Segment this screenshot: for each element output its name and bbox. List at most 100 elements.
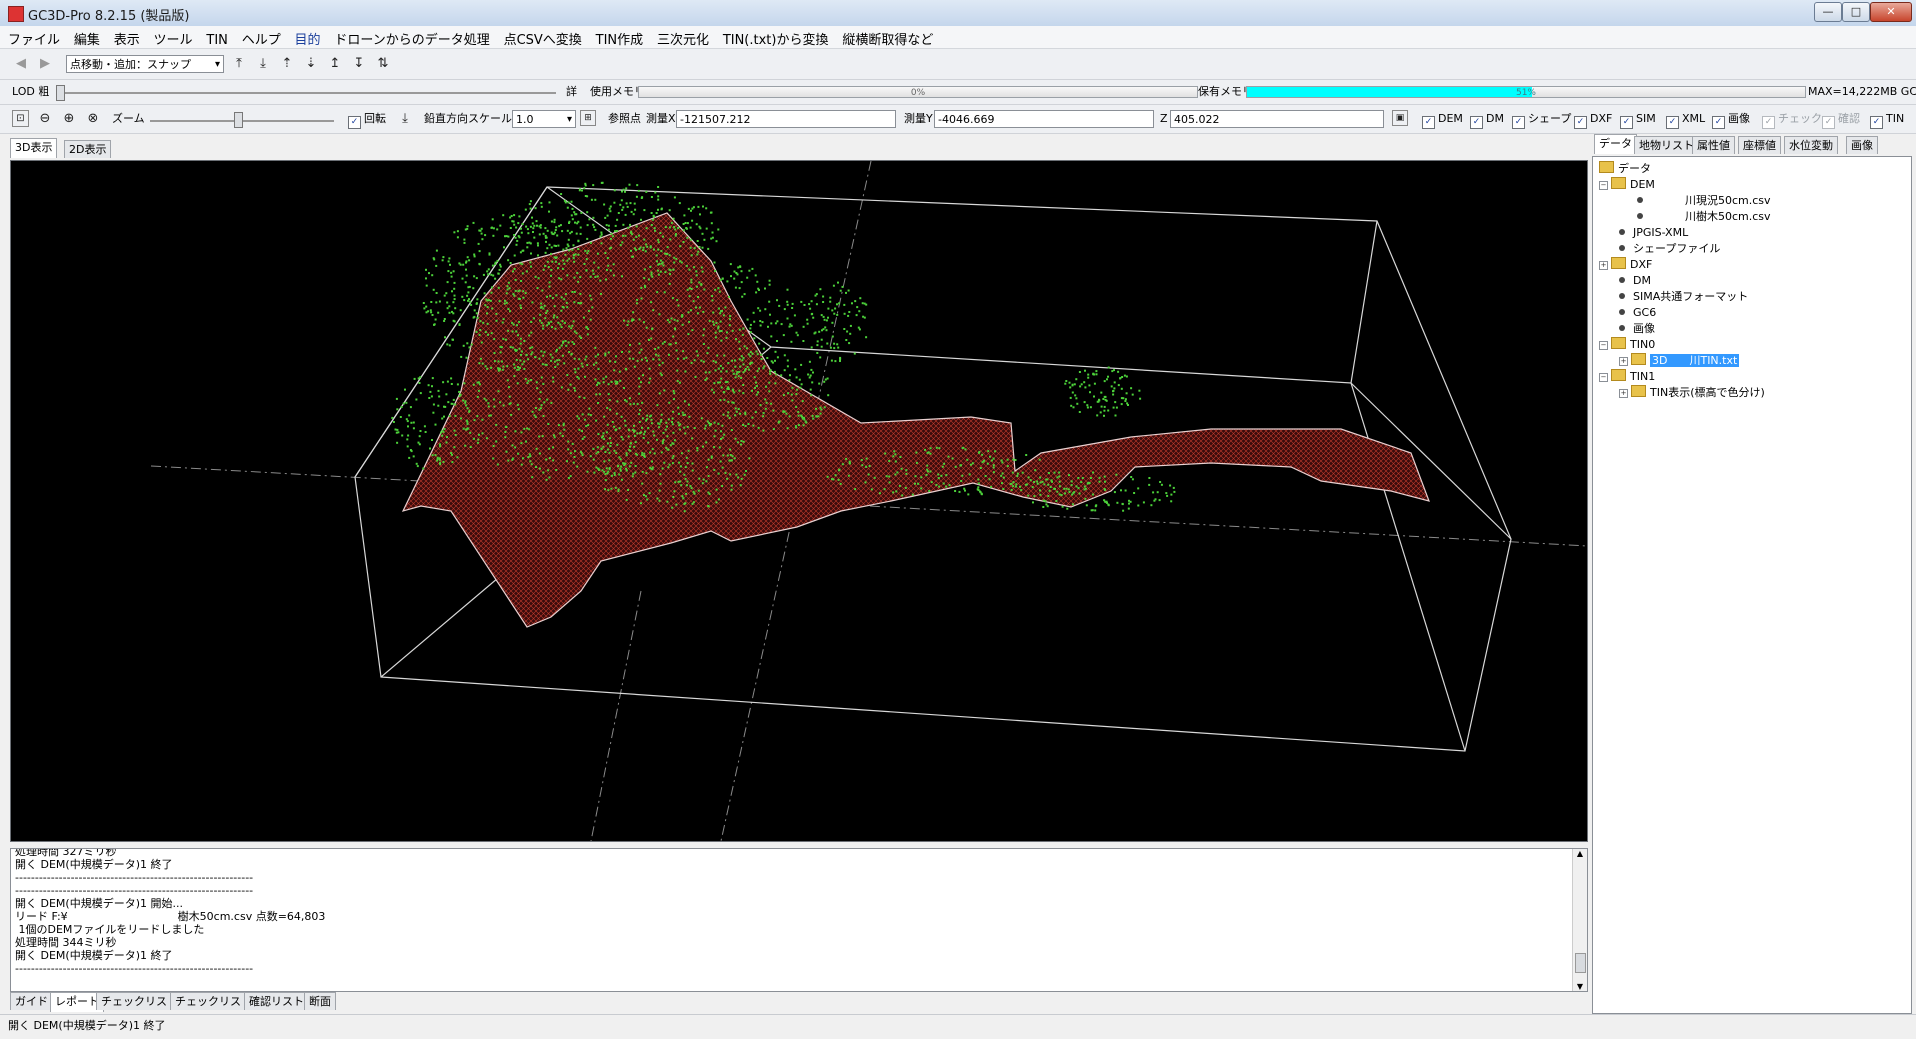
survey-x-field[interactable]: -121507.212	[676, 110, 896, 128]
z-field[interactable]: 405.022	[1170, 110, 1384, 128]
layer-dm-checkbox[interactable]: ✓ DM	[1470, 110, 1504, 129]
layer-shape-checkbox[interactable]: ✓ シェープ	[1512, 110, 1571, 129]
vegetation-point	[713, 261, 716, 264]
layer-dem-checkbox[interactable]: ✓ DEM	[1422, 110, 1463, 129]
menu-tin-create[interactable]: TIN作成	[591, 26, 649, 51]
point-raise-icon[interactable]: ⇡	[278, 55, 296, 73]
vegetation-point	[960, 480, 963, 482]
point-lower-icon[interactable]: ⇣	[302, 55, 320, 73]
tree-dem-file-2[interactable]: 川樹木50cm.csv	[1637, 209, 1771, 224]
maximize-button[interactable]: □	[1842, 2, 1870, 22]
scroll-thumb[interactable]	[1575, 953, 1586, 973]
menu-tools[interactable]: ツール	[149, 26, 198, 51]
fit-view-icon[interactable]: ⊡	[12, 110, 29, 127]
zoom-in-icon[interactable]: ⊕	[60, 110, 78, 128]
tab-2d-view[interactable]: 2D表示	[64, 140, 112, 158]
tab-coordinates[interactable]: 座標値	[1738, 136, 1781, 154]
collapse-icon[interactable]: −	[1599, 373, 1608, 382]
tree-tin1-display[interactable]: + TIN表示(標高で色分け)	[1619, 385, 1765, 400]
report-log[interactable]: 処理時間 327ミリ秒 開く DEM(中規模データ)1 終了 ---------…	[10, 848, 1588, 992]
vertical-scale-select[interactable]: 1.0	[512, 110, 576, 129]
vegetation-point	[683, 510, 686, 513]
point-up-icon[interactable]: ⤒	[230, 55, 248, 73]
expand-icon[interactable]: +	[1619, 357, 1628, 366]
3d-viewport[interactable]	[10, 160, 1588, 842]
menu-point-csv[interactable]: 点CSVへ変換	[499, 26, 587, 51]
menu-tin-txt-convert[interactable]: TIN(.txt)から変換	[718, 26, 834, 51]
tree-sima[interactable]: SIMA共通フォーマット	[1619, 289, 1748, 304]
vegetation-point	[394, 428, 397, 431]
scroll-up-icon[interactable]: ▲	[1573, 849, 1587, 858]
layer-dxf-checkbox[interactable]: ✓ DXF	[1574, 110, 1612, 129]
menu-help[interactable]: ヘルプ	[237, 26, 286, 51]
tree-jpgis[interactable]: JPGIS-XML	[1619, 225, 1688, 240]
tab-3d-view[interactable]: 3D表示	[10, 138, 58, 158]
menu-drone-data[interactable]: ドローンからのデータ処理	[329, 26, 494, 51]
minimize-button[interactable]: —	[1814, 2, 1842, 22]
tab-attributes[interactable]: 属性値	[1692, 136, 1735, 154]
scroll-down-icon[interactable]: ▼	[1573, 982, 1587, 991]
point-down-icon[interactable]: ⤓	[254, 55, 272, 73]
tree-dm[interactable]: DM	[1619, 273, 1651, 288]
expand-icon[interactable]: +	[1599, 261, 1608, 270]
layer-image-checkbox[interactable]: ✓ 画像	[1712, 110, 1750, 129]
vegetation-point	[690, 361, 693, 364]
zoom-out-icon[interactable]: ⊖	[36, 110, 54, 128]
tree-tin1[interactable]: − TIN1	[1599, 369, 1655, 384]
point-remove-icon[interactable]: ↧	[350, 55, 368, 73]
collapse-icon[interactable]: −	[1599, 341, 1608, 350]
point-snap-icon[interactable]: ⇅	[374, 55, 392, 73]
tree-tin0[interactable]: − TIN0	[1599, 337, 1655, 352]
tree-dxf[interactable]: + DXF	[1599, 257, 1652, 272]
vegetation-point	[734, 359, 736, 362]
vegetation-point	[575, 332, 578, 335]
zoom-reset-icon[interactable]: ⊗	[84, 110, 102, 128]
log-scrollbar[interactable]: ▲ ▼	[1572, 849, 1587, 991]
layer-xml-checkbox[interactable]: ✓ XML	[1666, 110, 1705, 129]
point-add-icon[interactable]: ↥	[326, 55, 344, 73]
reference-point-icon[interactable]: ⊞	[580, 110, 596, 126]
tree-dem-file-1[interactable]: 川現況50cm.csv	[1637, 193, 1771, 208]
tree-gc6[interactable]: GC6	[1619, 305, 1656, 320]
layer-tin-checkbox[interactable]: ✓ TIN	[1870, 110, 1904, 129]
vegetation-point	[961, 474, 964, 477]
tab-data[interactable]: データ	[1594, 134, 1637, 154]
vegetation-point	[1083, 485, 1086, 488]
tab-image[interactable]: 画像	[1846, 136, 1878, 154]
vegetation-point	[603, 203, 606, 206]
tree-root[interactable]: データ	[1599, 161, 1651, 176]
lod-slider-track[interactable]	[56, 92, 556, 94]
tab-section[interactable]: 断面	[304, 992, 336, 1010]
close-button[interactable]: ✕	[1870, 2, 1912, 22]
menu-tin[interactable]: TIN	[201, 30, 233, 51]
tree-tin0-file[interactable]: +3D 川TIN.txt	[1619, 353, 1740, 368]
tab-feature-list[interactable]: 地物リスト	[1634, 136, 1699, 154]
tab-water-level[interactable]: 水位変動	[1784, 136, 1838, 154]
tree-shapefile[interactable]: シェープファイル	[1619, 241, 1720, 256]
tree-image[interactable]: 画像	[1619, 321, 1655, 336]
menu-3d[interactable]: 三次元化	[652, 26, 714, 51]
survey-y-field[interactable]: -4046.669	[934, 110, 1154, 128]
zoom-slider-handle[interactable]	[234, 112, 243, 128]
vegetation-point	[695, 285, 698, 288]
vegetation-point	[606, 442, 609, 445]
menu-edit[interactable]: 編集	[69, 26, 105, 51]
expand-icon[interactable]: +	[1619, 389, 1628, 398]
layer-sim-checkbox[interactable]: ✓ SIM	[1620, 110, 1656, 129]
vegetation-point	[1125, 392, 1128, 395]
forward-icon[interactable]: ▶	[36, 55, 54, 73]
menu-purpose[interactable]: 目的	[290, 26, 326, 51]
back-icon[interactable]: ◀	[12, 55, 30, 73]
menu-profile[interactable]: 縦横断取得など	[837, 26, 938, 51]
edit-mode-select[interactable]: 点移動・追加：スナップ	[66, 55, 224, 74]
menu-view[interactable]: 表示	[109, 26, 145, 51]
vegetation-point	[490, 366, 493, 369]
collapse-icon[interactable]: −	[1599, 181, 1608, 190]
image-icon[interactable]: ▣	[1392, 110, 1408, 126]
tab-guide[interactable]: ガイド	[10, 992, 53, 1010]
lod-slider-handle[interactable]	[56, 85, 65, 101]
tab-confirm-list[interactable]: 確認リスト	[244, 992, 309, 1010]
menu-file[interactable]: ファイル	[0, 26, 65, 51]
rotate-checkbox[interactable]: ✓ 回転	[348, 110, 386, 129]
tree-dem[interactable]: − DEM	[1599, 177, 1655, 192]
